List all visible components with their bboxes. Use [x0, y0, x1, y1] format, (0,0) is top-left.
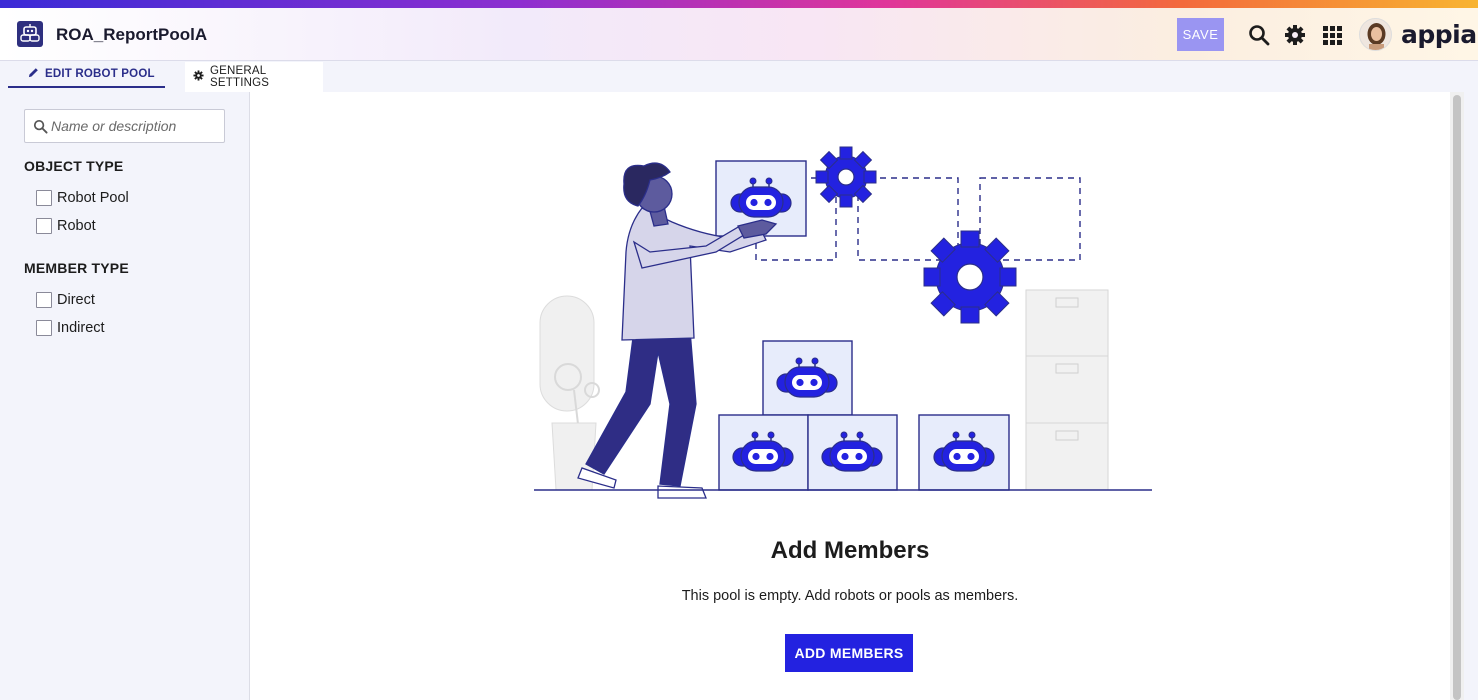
search-icon[interactable] [1247, 23, 1271, 47]
checkbox-label: Robot [57, 218, 96, 234]
filing-cabinet [1025, 289, 1109, 491]
checkbox[interactable] [36, 218, 52, 234]
app-title: ROA_ReportPoolA [56, 25, 208, 44]
gear-icon [815, 146, 877, 208]
robot-pool-icon [17, 21, 43, 47]
tab-bar: EDIT ROBOT POOL GENERAL SETTINGS [0, 62, 1478, 92]
checkbox-label: Direct [57, 292, 95, 308]
empty-state-message: This pool is empty. Add robots or pools … [681, 588, 1019, 604]
empty-state-title: Add Members [770, 537, 930, 564]
app-grid-icon[interactable] [1320, 23, 1344, 47]
robot-box [718, 414, 809, 491]
checkbox-label: Indirect [57, 320, 105, 336]
filter-direct[interactable]: Direct [36, 292, 95, 308]
gear-icon[interactable] [1283, 23, 1307, 47]
brand-gradient-stripe [0, 0, 1478, 8]
filter-sidebar: OBJECT TYPE Robot Pool Robot MEMBER TYPE… [0, 92, 250, 700]
gear-icon [923, 230, 1017, 324]
tab-label: EDIT ROBOT POOL [45, 68, 155, 80]
checkbox-label: Robot Pool [57, 190, 129, 206]
object-type-heading: OBJECT TYPE [24, 158, 124, 174]
tab-general-settings[interactable]: GENERAL SETTINGS [185, 62, 323, 92]
members-panel: Add Members This pool is empty. Add robo… [250, 92, 1450, 700]
checkbox[interactable] [36, 292, 52, 308]
search-field[interactable] [24, 109, 225, 143]
filter-robot-pool[interactable]: Robot Pool [36, 190, 129, 206]
filter-indirect[interactable]: Indirect [36, 320, 105, 336]
filter-robot[interactable]: Robot [36, 218, 96, 234]
appian-logo: appian [1401, 20, 1478, 49]
tab-label: GENERAL SETTINGS [210, 65, 270, 89]
right-gutter [1464, 92, 1478, 700]
app-header: ROA_ReportPoolA SAVE appia [0, 8, 1478, 61]
vertical-scrollbar[interactable] [1450, 92, 1464, 700]
search-input[interactable] [51, 110, 221, 142]
member-type-heading: MEMBER TYPE [24, 260, 129, 276]
checkbox[interactable] [36, 190, 52, 206]
scrollbar-thumb[interactable] [1453, 95, 1461, 700]
empty-state-illustration [534, 146, 1152, 499]
robot-box [918, 414, 1010, 491]
user-avatar[interactable] [1359, 18, 1392, 51]
save-button[interactable]: SAVE [1177, 18, 1224, 51]
tab-edit-robot-pool[interactable]: EDIT ROBOT POOL [8, 62, 165, 88]
add-members-button[interactable]: ADD MEMBERS [785, 634, 913, 672]
robot-box [807, 414, 898, 491]
robot-box [762, 340, 853, 416]
gear-icon [193, 70, 210, 84]
pencil-icon [28, 67, 45, 81]
checkbox[interactable] [36, 320, 52, 336]
